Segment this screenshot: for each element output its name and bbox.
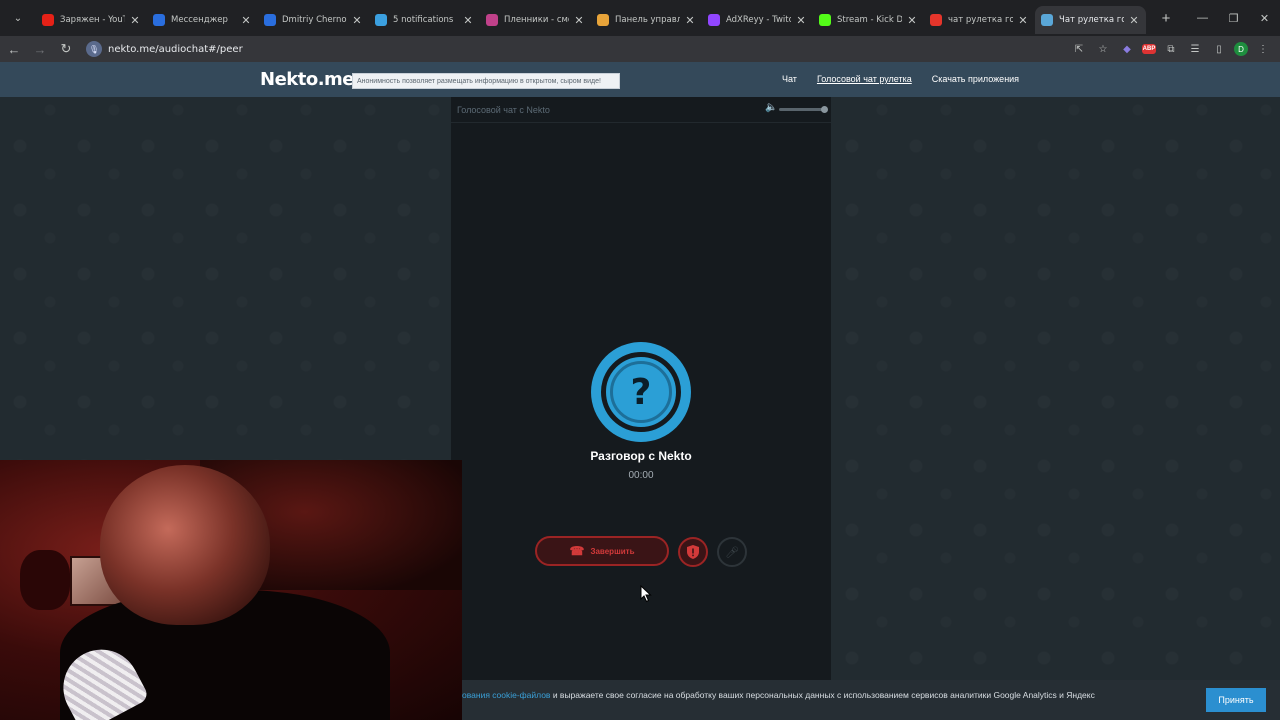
back-icon[interactable]: ← [2,38,26,60]
tab-title: чат рулетка голосовой [948,15,1013,25]
microphone-button[interactable]: 🎤︎ [717,537,747,567]
toolbar-actions: ⇱ ☆ ◆ ABP ⧉ ☰ ▯ D ⋮ [1070,36,1272,62]
volume-slider[interactable] [779,108,823,111]
tab-title: 5 notifications [393,15,454,25]
video-icon [486,14,498,26]
browser-tab[interactable]: чат рулетка голосовой ✕ [924,6,1035,34]
tab-close-icon[interactable]: ✕ [351,14,363,27]
browser-tab[interactable]: Dmitriy Chernov ✕ [258,6,369,34]
browser-tab[interactable]: Пленники - смотреть ✕ [480,6,591,34]
reload-icon[interactable]: ↻ [54,38,78,60]
browser-toolbar: ← → ↻ 🎙 nekto.me/audiochat#/peer ⇱ ☆ ◆ A… [0,36,1280,62]
tab-title: Пленники - смотреть [504,15,569,25]
tab-title: Заряжен - YouTube [60,15,125,25]
cookie-banner: ования cookie-файлов и выражаете свое со… [462,680,1280,720]
telegram-icon [375,14,387,26]
cookie-policy-link[interactable]: ования cookie-файлов [462,690,550,700]
close-window-icon[interactable]: ✕ [1249,0,1280,36]
twitch-icon [708,14,720,26]
new-tab-button[interactable]: + [1152,4,1180,32]
tab-close-icon[interactable]: ✕ [462,14,474,27]
volume-slider-knob[interactable] [821,106,828,113]
shield-icon [687,545,699,559]
address-bar[interactable]: 🎙 nekto.me/audiochat#/peer [86,39,1086,59]
webcam-figurine [20,550,70,610]
url-text[interactable]: nekto.me/audiochat#/peer [108,44,243,55]
donation-icon [597,14,609,26]
peer-avatar: ? [591,342,691,442]
question-mark-icon: ? [610,361,672,423]
volume-icon[interactable]: 🔈 [765,102,777,113]
voice-chat-panel: Голосовой чат с Nekto 🔈 ? Разговор с Nek… [451,97,831,720]
call-timer: 00:00 [628,470,654,481]
profile-avatar[interactable]: D [1234,42,1248,56]
tab-title: Чат рулетка голосовой [1059,15,1124,25]
mouse-cursor-icon [640,585,652,603]
tab-close-icon[interactable]: ✕ [129,14,141,27]
panel-header: Голосовой чат с Nekto 🔈 [451,97,831,123]
reading-list-icon[interactable]: ☰ [1186,40,1204,58]
browser-tab[interactable]: Мессенджер ✕ [147,6,258,34]
tab-close-icon[interactable]: ✕ [573,14,585,27]
tab-close-icon[interactable]: ✕ [1017,14,1029,27]
messenger-icon [153,14,165,26]
kick-icon [819,14,831,26]
browser-tab[interactable]: Stream - Kick Dashboard ✕ [813,6,924,34]
webcam-overlay [0,460,462,720]
browser-tab[interactable]: Чат рулетка голосовой ✕ [1035,6,1146,34]
forward-icon[interactable]: → [28,38,52,60]
tab-title: Панель управления [615,15,680,25]
main-nav: Чат Голосовой чат рулетка Скачать прилож… [782,74,1019,84]
nekto-icon [1041,14,1053,26]
sidebar-icon[interactable]: ▯ [1210,40,1228,58]
site-logo[interactable]: Nekto.me [260,69,355,90]
tab-search-icon[interactable]: ⌄ [0,0,36,36]
webcam-person-head [100,465,270,625]
window-controls: — ❐ ✕ [1187,0,1280,36]
microphone-icon: 🎤︎ [725,546,739,559]
nav-voice-chat-link[interactable]: Голосовой чат рулетка [817,74,912,84]
browser-tab[interactable]: AdXReyy - Twitch ✕ [702,6,813,34]
cookie-text: ования cookie-файлов и выражаете свое со… [462,690,1192,700]
accept-cookies-button[interactable]: Принять [1206,688,1266,712]
restore-icon[interactable]: ❐ [1218,0,1249,36]
tab-title: Stream - Kick Dashboard [837,15,902,25]
hang-up-phone-icon: ☎ [569,544,585,558]
conversation-title: Разговор с Nekto [590,449,692,463]
yandex-icon [930,14,942,26]
cookie-body-text: и выражаете свое согласие на обработку в… [550,690,1095,700]
tab-title: AdXReyy - Twitch [726,15,791,25]
nav-chat-link[interactable]: Чат [782,74,797,84]
site-info-icon[interactable]: 🎙 [86,41,102,57]
tab-close-icon[interactable]: ✕ [1128,14,1140,27]
browser-tab[interactable]: 5 notifications ✕ [369,6,480,34]
menu-kebab-icon[interactable]: ⋮ [1254,40,1272,58]
youtube-icon [42,14,54,26]
end-call-button[interactable]: ☎ Завершить [535,536,669,566]
site-header: Nekto.me Анонимность позволяет размещать… [0,62,1280,97]
nav-download-link[interactable]: Скачать приложения [932,74,1019,84]
tab-title: Dmitriy Chernov [282,15,347,25]
extensions-puzzle-icon[interactable]: ⧉ [1162,40,1180,58]
messenger-icon [264,14,276,26]
notice-banner: Анонимность позволяет размещать информац… [352,73,620,89]
report-button[interactable] [678,537,708,567]
install-app-icon[interactable]: ⇱ [1070,40,1088,58]
tab-close-icon[interactable]: ✕ [240,14,252,27]
minimize-icon[interactable]: — [1187,0,1218,36]
panel-title: Голосовой чат с Nekto [457,105,550,115]
browser-tab[interactable]: Панель управления ✕ [591,6,702,34]
adblock-icon[interactable]: ABP [1142,44,1156,54]
end-call-label: Завершить [590,546,635,556]
bookmark-star-icon[interactable]: ☆ [1094,40,1112,58]
browser-tab[interactable]: Заряжен - YouTube ✕ [36,6,147,34]
extension-icon[interactable]: ◆ [1118,40,1136,58]
tab-title: Мессенджер [171,15,228,25]
avatar-ring: ? [601,352,681,432]
tab-close-icon[interactable]: ✕ [906,14,918,27]
tab-close-icon[interactable]: ✕ [795,14,807,27]
tab-close-icon[interactable]: ✕ [684,14,696,27]
tab-strip: ⌄ Заряжен - YouTube✕Мессенджер✕Dmitriy C… [0,0,1280,36]
